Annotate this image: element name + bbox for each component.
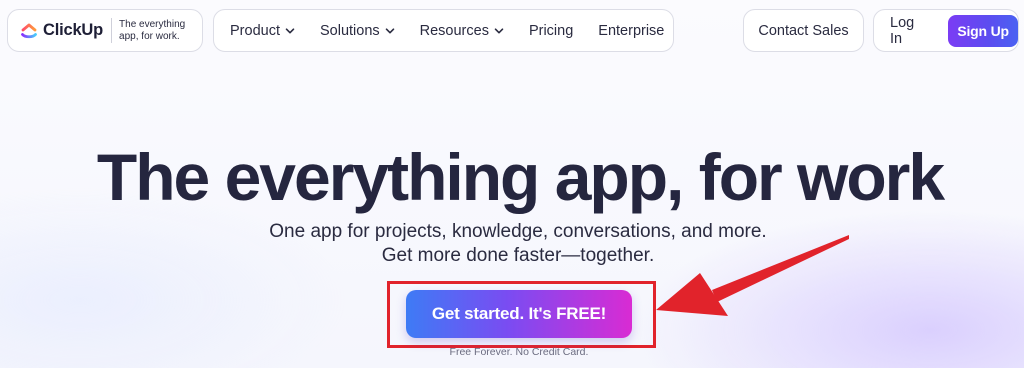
cta-note: Free Forever. No Credit Card. xyxy=(449,346,589,358)
annotation-arrow-icon xyxy=(656,235,849,316)
chevron-down-icon xyxy=(494,26,504,36)
nav-item-product[interactable]: Product xyxy=(230,23,295,39)
nav-item-label: Enterprise xyxy=(598,22,665,39)
nav-item-label: Pricing xyxy=(528,22,574,39)
hero-title: The everything app, for work xyxy=(96,140,945,214)
hero-subtitle-line2: Get more done faster—together. xyxy=(381,245,655,266)
nav-item-label: Product xyxy=(230,22,280,39)
logo-tagline: The everything app, for work. xyxy=(119,19,193,42)
get-started-button[interactable]: Get started. It's FREE! xyxy=(406,290,632,338)
nav-item-resources[interactable]: Resources xyxy=(420,23,504,39)
chevron-down-icon xyxy=(385,26,395,36)
contact-sales-button[interactable]: Contact Sales xyxy=(743,9,864,52)
nav-item-label: Resources xyxy=(419,22,489,39)
auth-pill: Log In Sign Up xyxy=(873,9,1019,52)
logo-tagline-line2: app, for work. xyxy=(119,30,180,42)
logo-divider xyxy=(111,18,113,43)
logo-wordmark: ClickUp xyxy=(43,21,104,39)
nav-item-solutions[interactable]: Solutions xyxy=(320,23,395,39)
signup-button[interactable]: Sign Up xyxy=(948,14,1018,47)
clickup-logo-icon xyxy=(19,21,39,41)
logo-pill[interactable]: ClickUp The everything app, for work. xyxy=(7,9,203,52)
nav-item-label: Solutions xyxy=(319,22,380,39)
login-link[interactable]: Log In xyxy=(890,15,930,47)
logo-tagline-line1: The everything xyxy=(119,19,186,30)
nav-item-enterprise[interactable]: Enterprise xyxy=(598,23,664,39)
main-nav: Product Solutions Resources Pricing Ente… xyxy=(213,9,674,52)
hero-subtitle-line1: One app for projects, knowledge, convers… xyxy=(269,221,767,242)
nav-item-pricing[interactable]: Pricing xyxy=(529,23,573,39)
chevron-down-icon xyxy=(285,26,295,36)
